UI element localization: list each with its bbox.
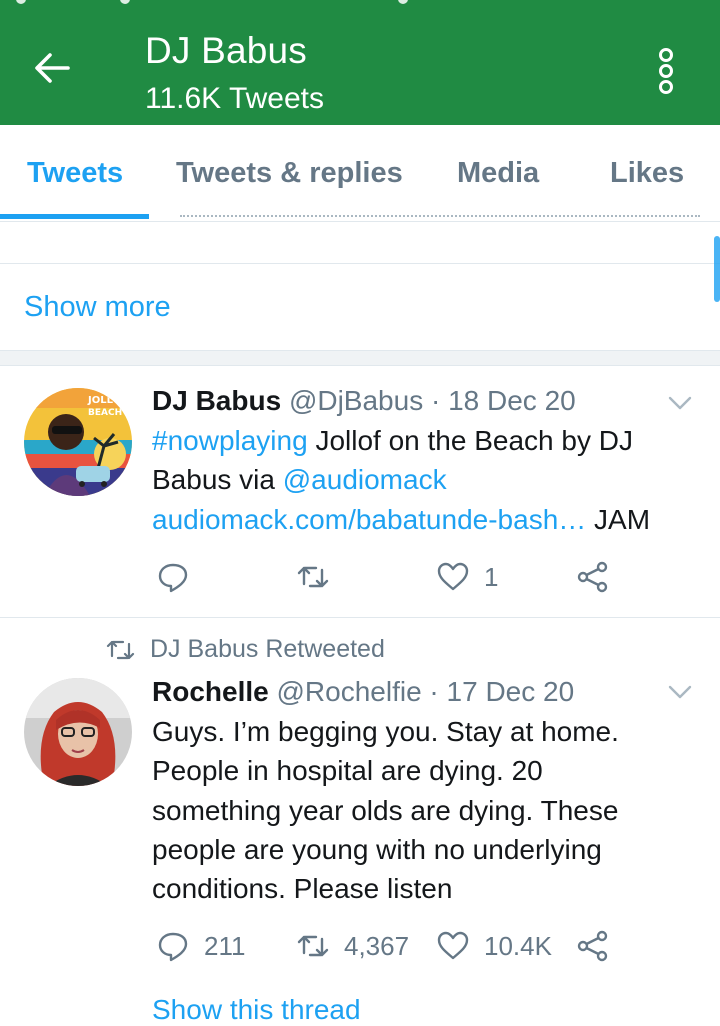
share-button[interactable] bbox=[576, 557, 610, 597]
author-name[interactable]: Rochelle bbox=[152, 676, 269, 707]
share-icon bbox=[577, 930, 608, 962]
tweet-actions: 1 bbox=[152, 557, 672, 597]
partial-content-row bbox=[0, 215, 720, 264]
profile-title: DJ Babus bbox=[145, 30, 308, 71]
reply-icon bbox=[158, 932, 188, 962]
like-count: 10.4K bbox=[484, 930, 552, 961]
reply-button[interactable] bbox=[156, 557, 204, 597]
show-thread-link[interactable]: Show this thread bbox=[152, 994, 361, 1026]
scrollbar[interactable] bbox=[714, 236, 720, 302]
tab-likes[interactable]: Likes bbox=[610, 157, 684, 190]
like-button[interactable]: 10.4K bbox=[436, 926, 552, 966]
reply-icon bbox=[158, 563, 188, 593]
avatar[interactable]: JOLL BEACH bbox=[24, 388, 132, 496]
reply-count: 211 bbox=[204, 930, 246, 961]
retweeted-banner: DJ Babus Retweeted bbox=[106, 635, 385, 664]
section-divider bbox=[0, 350, 720, 366]
tweet-text-part: JAM bbox=[586, 503, 651, 535]
separator: · bbox=[429, 676, 439, 707]
retweet-button[interactable] bbox=[296, 557, 344, 597]
reply-button[interactable]: 211 bbox=[156, 926, 245, 966]
chevron-down-icon[interactable] bbox=[668, 684, 692, 700]
share-icon bbox=[577, 561, 608, 593]
retweet-icon bbox=[106, 641, 135, 660]
tweet-text: Guys. I’m begging you. Stay at home. Peo… bbox=[152, 716, 619, 905]
retweeted-label[interactable]: DJ Babus Retweeted bbox=[150, 635, 385, 663]
tweet-date[interactable]: 17 Dec 20 bbox=[447, 676, 575, 707]
tweet-actions: 211 4,367 10.4K bbox=[152, 926, 672, 966]
app-bar: DJ Babus 11.6K Tweets bbox=[0, 0, 720, 125]
retweet-count: 4,367 bbox=[344, 930, 410, 961]
share-button[interactable] bbox=[576, 926, 610, 966]
back-button[interactable] bbox=[30, 46, 82, 92]
svg-text:JOLL: JOLL bbox=[87, 395, 114, 406]
retweet-button[interactable]: 4,367 bbox=[296, 926, 409, 966]
tweet-header: Rochelle @Rochelfie · 17 Dec 20 bbox=[152, 676, 574, 708]
author-name[interactable]: DJ Babus bbox=[152, 385, 281, 416]
heart-icon bbox=[437, 931, 469, 960]
retweet-icon bbox=[297, 935, 329, 957]
tab-media[interactable]: Media bbox=[457, 157, 539, 190]
separator: · bbox=[430, 385, 441, 416]
back-arrow-icon bbox=[35, 53, 70, 83]
heart-icon bbox=[437, 562, 469, 591]
chevron-down-icon[interactable] bbox=[668, 395, 692, 411]
avatar[interactable] bbox=[24, 678, 132, 786]
tweet-date[interactable]: 18 Dec 20 bbox=[448, 385, 576, 416]
tab-tweets[interactable]: Tweets bbox=[27, 157, 123, 190]
show-more-link[interactable]: Show more bbox=[24, 291, 171, 324]
author-handle[interactable]: @Rochelfie bbox=[276, 676, 421, 707]
tweet-count: 11.6K Tweets bbox=[145, 82, 325, 115]
more-options-button[interactable] bbox=[652, 46, 686, 94]
retweet-icon bbox=[297, 566, 329, 588]
status-bar-sliver bbox=[0, 0, 720, 6]
svg-text:BEACH: BEACH bbox=[88, 408, 122, 418]
like-count: 1 bbox=[484, 561, 499, 592]
tweet-item[interactable]: DJ Babus Retweeted Rochelle @Rochelfie ·… bbox=[0, 618, 720, 1018]
tweet-text: #nowplaying Jollof on the Beach by DJ Ba… bbox=[152, 421, 692, 539]
tab-tweets-replies[interactable]: Tweets & replies bbox=[176, 157, 403, 190]
url-link[interactable]: audiomack.com/babatunde-bash… bbox=[152, 504, 586, 535]
mention-link[interactable]: @audiomack bbox=[283, 464, 447, 495]
hashtag-link[interactable]: #nowplaying bbox=[152, 425, 308, 456]
tweet-item[interactable]: JOLL BEACH DJ Babus @DjBabus · 18 Dec 20… bbox=[0, 365, 720, 618]
like-button[interactable]: 1 bbox=[436, 557, 498, 597]
active-tab-indicator bbox=[0, 214, 149, 219]
profile-tabs: Tweets Tweets & replies Media Likes bbox=[0, 125, 720, 222]
author-handle[interactable]: @DjBabus bbox=[289, 385, 423, 416]
divider bbox=[180, 215, 700, 221]
tweet-header: DJ Babus @DjBabus · 18 Dec 20 bbox=[152, 385, 576, 417]
